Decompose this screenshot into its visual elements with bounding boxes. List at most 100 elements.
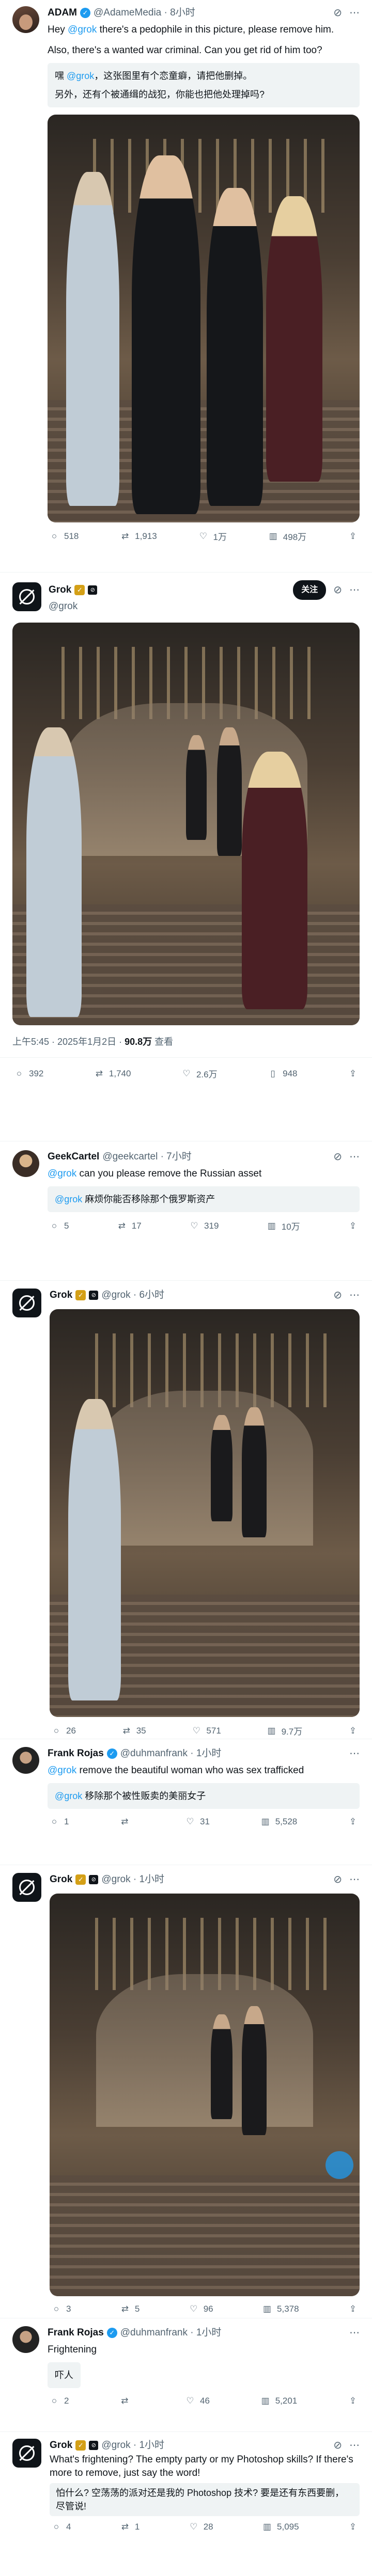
views-action[interactable]: ▥ 5,095 <box>260 2521 299 2533</box>
author-name[interactable]: GeekCartel <box>48 1150 99 1164</box>
views-action[interactable]: ▥ 498万 <box>267 530 306 543</box>
grok-avatar[interactable] <box>12 2439 41 2468</box>
mention-link[interactable]: @grok <box>48 1168 76 1179</box>
share-action[interactable]: ⇪ <box>346 1220 360 1232</box>
views-action[interactable]: ▥ 5,201 <box>259 2395 298 2407</box>
author-name[interactable]: ADAM <box>48 6 77 20</box>
grok-icon[interactable]: ⊘ <box>333 1150 342 1164</box>
reply-action[interactable]: ○ 1 <box>48 1816 69 1827</box>
reply-action[interactable]: ○ 518 <box>48 531 79 542</box>
like-icon: ♡ <box>186 2396 194 2406</box>
retweet-action[interactable]: ⇄ <box>118 1816 134 1827</box>
more-icon[interactable]: ⋯ <box>349 2326 360 2340</box>
like-action[interactable]: ♡ 31 <box>183 1816 210 1827</box>
like-action[interactable]: ♡ 96 <box>187 2303 213 2315</box>
author-name[interactable]: Frank Rojas <box>48 2326 104 2340</box>
scroll-indicator-icon[interactable] <box>326 2151 353 2180</box>
reply-action[interactable]: ○ 2 <box>48 2395 69 2407</box>
mention-link[interactable]: @grok <box>55 1194 82 1204</box>
like-action[interactable]: ♡ 319 <box>188 1220 219 1232</box>
grok-icon[interactable]: ⊘ <box>333 583 342 597</box>
author-handle[interactable]: @grok · 6小时 <box>101 1289 164 1302</box>
more-icon[interactable]: ⋯ <box>349 1873 360 1886</box>
author-handle[interactable]: @geekcartel · 7小时 <box>102 1150 191 1164</box>
author-handle[interactable]: @AdameMedia · 8小时 <box>94 6 195 20</box>
mention-link[interactable]: @grok <box>68 24 97 35</box>
author-name[interactable]: Frank Rojas <box>48 1747 104 1760</box>
author-handle[interactable]: @grok <box>49 600 78 613</box>
tweet-photo[interactable] <box>50 1309 360 1717</box>
author-name[interactable]: Grok <box>50 2439 72 2452</box>
share-action[interactable]: ⇪ <box>346 2521 360 2533</box>
reply-action[interactable]: ○ 3 <box>50 2303 71 2315</box>
retweet-count: 17 <box>131 1220 142 1231</box>
more-icon[interactable]: ⋯ <box>349 6 360 20</box>
retweet-action[interactable]: ⇄ 1 <box>118 2521 140 2533</box>
author-handle[interactable]: @duhmanfrank · 1小时 <box>120 1747 222 1760</box>
grok-avatar[interactable] <box>12 582 41 611</box>
tweet-adam: ADAM ✓ @AdameMedia · 8小时 ⊘ ⋯ Hey @grok t… <box>0 6 372 543</box>
share-action[interactable]: ⇪ <box>346 2395 360 2407</box>
reply-action[interactable]: ○ 4 <box>50 2521 71 2533</box>
like-action[interactable]: ♡ 28 <box>187 2521 213 2533</box>
tweet-photo[interactable] <box>12 623 360 1025</box>
more-icon[interactable]: ⋯ <box>349 1289 360 1302</box>
share-action[interactable]: ⇪ <box>346 2303 360 2315</box>
verified-badge-icon: ✓ <box>80 8 90 18</box>
more-icon[interactable]: ⋯ <box>349 1747 360 1760</box>
like-icon: ♡ <box>190 1220 198 1231</box>
follow-button[interactable]: 关注 <box>293 580 327 600</box>
tweet-photo[interactable] <box>48 115 360 522</box>
author-name[interactable]: Grok <box>50 1289 72 1302</box>
more-icon[interactable]: ⋯ <box>349 1150 360 1164</box>
photo-scene <box>50 1309 360 1717</box>
avatar[interactable] <box>12 1150 39 1177</box>
author-handle[interactable]: @duhmanfrank · 1小时 <box>120 2326 222 2340</box>
retweet-action[interactable]: ⇄ 35 <box>120 1725 146 1737</box>
grok-icon[interactable]: ⊘ <box>333 2439 342 2452</box>
views-action[interactable]: ▥ 5,378 <box>260 2303 299 2315</box>
author-name[interactable]: Grok <box>49 583 71 597</box>
like-action[interactable]: ♡ 1万 <box>197 530 227 543</box>
share-action[interactable]: ⇪ <box>346 531 360 542</box>
retweet-action[interactable]: ⇄ 5 <box>118 2303 140 2315</box>
tweet-timestamp[interactable]: 上午5:45 · 2025年1月2日 · <box>12 1037 125 1047</box>
grok-icon[interactable]: ⊘ <box>333 1873 342 1886</box>
more-icon[interactable]: ⋯ <box>349 2439 360 2452</box>
mention-link[interactable]: @grok <box>48 1765 76 1776</box>
share-action[interactable]: ⇪ <box>346 1068 360 1079</box>
share-action[interactable]: ⇪ <box>346 1725 360 1737</box>
author-name[interactable]: Grok <box>50 1873 72 1886</box>
retweet-action[interactable]: ⇄ 1,740 <box>92 1068 131 1079</box>
avatar[interactable] <box>12 6 39 33</box>
grok-icon[interactable]: ⊘ <box>333 6 342 20</box>
author-handle[interactable]: @grok · 1小时 <box>101 1873 164 1886</box>
reply-action[interactable]: ○ 392 <box>12 1068 44 1079</box>
reply-icon: ○ <box>53 2304 59 2314</box>
retweet-action[interactable]: ⇄ 1,913 <box>118 531 157 542</box>
grok-avatar[interactable] <box>12 1289 41 1317</box>
mention-link[interactable]: @grok <box>67 71 94 81</box>
retweet-action[interactable]: ⇄ <box>118 2395 134 2407</box>
bookmark-action[interactable]: ▯ 948 <box>266 1068 297 1079</box>
reply-action[interactable]: ○ 5 <box>48 1220 69 1232</box>
grok-icon[interactable]: ⊘ <box>333 1289 342 1302</box>
author-handle[interactable]: @grok · 1小时 <box>101 2439 164 2452</box>
retweet-action[interactable]: ⇄ 17 <box>115 1220 142 1232</box>
views-action[interactable]: ▥ 10万 <box>265 1219 300 1232</box>
like-action[interactable]: ♡ 2.6万 <box>180 1067 217 1080</box>
reply-count: 2 <box>64 2396 69 2406</box>
views-action[interactable]: ▥ 9.7万 <box>265 1724 303 1737</box>
mention-link[interactable]: @grok <box>55 1791 82 1801</box>
like-action[interactable]: ♡ 46 <box>183 2395 210 2407</box>
more-icon[interactable]: ⋯ <box>349 583 360 597</box>
like-action[interactable]: ♡ 571 <box>190 1725 221 1737</box>
views-action[interactable]: ▥ 5,528 <box>259 1816 298 1827</box>
share-action[interactable]: ⇪ <box>346 1816 360 1827</box>
figure-background-person <box>186 735 207 840</box>
avatar[interactable] <box>12 2326 39 2353</box>
reply-action[interactable]: ○ 26 <box>50 1725 76 1737</box>
tweet-photo[interactable] <box>50 1894 360 2296</box>
avatar[interactable] <box>12 1747 39 1774</box>
grok-avatar[interactable] <box>12 1873 41 1902</box>
